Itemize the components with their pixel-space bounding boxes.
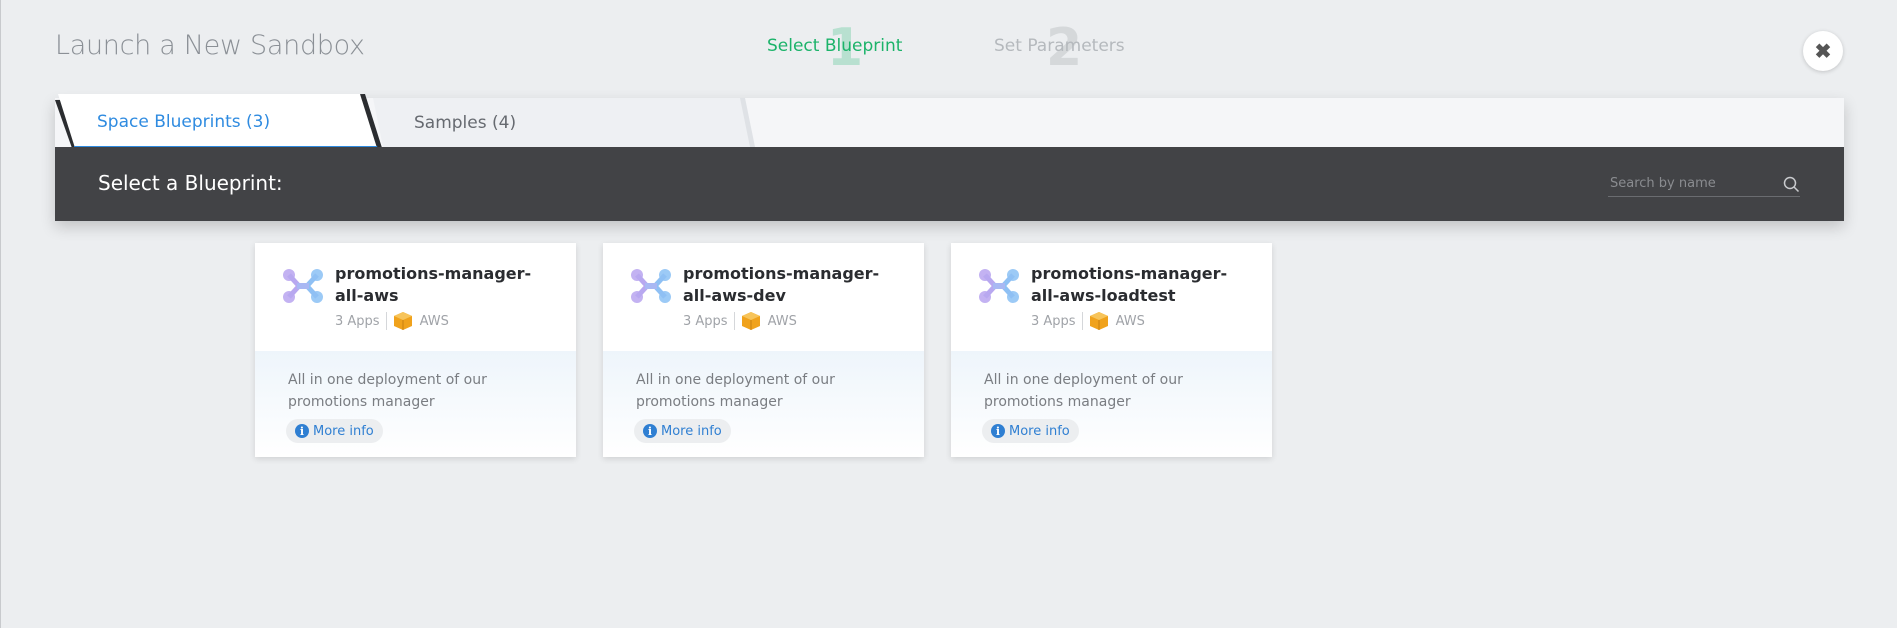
- page-title: Launch a New Sandbox: [55, 30, 365, 61]
- divider: [1081, 312, 1083, 330]
- blueprint-meta: 3 Apps AWS: [1031, 311, 1145, 331]
- search-icon[interactable]: [1783, 176, 1800, 193]
- blueprint-name: promotions-manager-all-aws-loadtest: [1031, 264, 1228, 305]
- tab-label: Samples (4): [414, 113, 517, 133]
- blueprint-name: promotions-manager-all-aws: [335, 264, 532, 305]
- aws-cube-icon: [741, 312, 760, 330]
- more-info-button[interactable]: i More info: [982, 419, 1079, 443]
- blueprint-description: All in one deployment of our promotions …: [636, 372, 835, 410]
- step-label: Set Parameters: [994, 36, 1125, 56]
- divider: [385, 312, 387, 330]
- card-details: All in one deployment of our promotions …: [951, 351, 1272, 457]
- provider-label: AWS: [767, 313, 797, 329]
- apps-count: 3 Apps: [1031, 313, 1076, 329]
- search-box: [1608, 174, 1800, 197]
- blueprint-description: All in one deployment of our promotions …: [984, 372, 1183, 410]
- more-info-label: More info: [1009, 423, 1070, 439]
- info-icon: i: [295, 424, 309, 438]
- provider-label: AWS: [1115, 313, 1145, 329]
- divider: [733, 312, 735, 330]
- aws-cube-icon: [1089, 312, 1108, 330]
- more-info-button[interactable]: i More info: [634, 419, 731, 443]
- blueprint-toolbar: Select a Blueprint:: [55, 147, 1844, 221]
- window-edge: [0, 0, 1, 628]
- search-input[interactable]: [1608, 174, 1772, 193]
- card-details: All in one deployment of our promotions …: [255, 351, 576, 457]
- blueprint-panel: Space Blueprints (3) Samples (4) Select …: [55, 94, 1844, 221]
- blueprint-name: promotions-manager-all-aws-dev: [683, 264, 880, 305]
- blueprint-logo-icon: [979, 269, 1019, 303]
- toolbar-heading: Select a Blueprint:: [98, 171, 283, 195]
- apps-count: 3 Apps: [335, 313, 380, 329]
- step-label: Select Blueprint: [767, 36, 903, 56]
- tab-space-blueprints[interactable]: Space Blueprints (3): [55, 94, 385, 151]
- aws-cube-icon: [393, 312, 412, 330]
- more-info-button[interactable]: i More info: [286, 419, 383, 443]
- more-info-label: More info: [313, 423, 374, 439]
- step-select-blueprint: 1 Select Blueprint: [767, 18, 903, 78]
- card-details: All in one deployment of our promotions …: [603, 351, 924, 457]
- blueprint-description: All in one deployment of our promotions …: [288, 372, 487, 410]
- blueprint-meta: 3 Apps AWS: [335, 311, 449, 331]
- blueprint-meta: 3 Apps AWS: [683, 311, 797, 331]
- blueprint-card[interactable]: promotions-manager-all-aws-loadtest 3 Ap…: [951, 243, 1272, 457]
- blueprint-card[interactable]: promotions-manager-all-aws 3 Apps AWS Al…: [255, 243, 576, 457]
- info-icon: i: [991, 424, 1005, 438]
- apps-count: 3 Apps: [683, 313, 728, 329]
- tab-label: Space Blueprints (3): [97, 112, 271, 132]
- blueprint-logo-icon: [283, 269, 323, 303]
- provider-label: AWS: [419, 313, 449, 329]
- close-button[interactable]: ✖: [1803, 31, 1843, 71]
- info-icon: i: [643, 424, 657, 438]
- close-icon: ✖: [1814, 40, 1832, 63]
- blueprint-logo-icon: [631, 269, 671, 303]
- more-info-label: More info: [661, 423, 722, 439]
- blueprint-card[interactable]: promotions-manager-all-aws-dev 3 Apps AW…: [603, 243, 924, 457]
- step-set-parameters: 2 Set Parameters: [994, 18, 1125, 78]
